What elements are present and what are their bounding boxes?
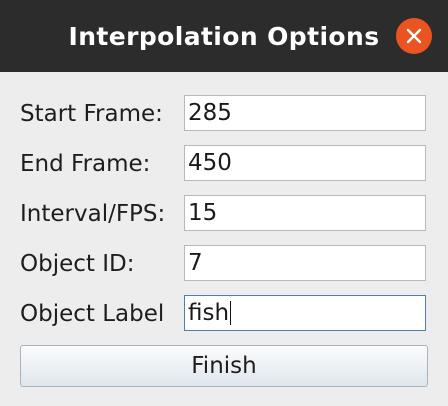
text-caret (230, 301, 231, 325)
start-frame-input[interactable] (184, 95, 426, 131)
close-icon (406, 28, 422, 44)
interval-fps-input[interactable] (184, 195, 426, 231)
interpolation-options-dialog: Interpolation Options Start Frame: End F… (0, 0, 448, 406)
object-id-label: Object ID: (20, 251, 135, 277)
window-title: Interpolation Options (68, 22, 380, 51)
end-frame-input[interactable] (184, 145, 426, 181)
close-button[interactable] (396, 18, 432, 54)
end-frame-row: End Frame: (0, 145, 448, 183)
end-frame-label: End Frame: (20, 151, 151, 177)
interval-fps-row: Interval/FPS: (0, 195, 448, 233)
interval-fps-label: Interval/FPS: (20, 201, 166, 227)
object-label-label: Object Label (20, 301, 165, 327)
title-bar[interactable]: Interpolation Options (0, 0, 448, 72)
object-id-input[interactable] (184, 245, 426, 281)
start-frame-row: Start Frame: (0, 95, 448, 133)
options-form: Start Frame: End Frame: Interval/FPS: Ob… (0, 72, 448, 406)
object-label-row: Object Label (0, 295, 448, 333)
start-frame-label: Start Frame: (20, 101, 163, 127)
object-id-row: Object ID: (0, 245, 448, 283)
object-label-input[interactable] (184, 295, 426, 331)
finish-button[interactable]: Finish (20, 345, 428, 387)
